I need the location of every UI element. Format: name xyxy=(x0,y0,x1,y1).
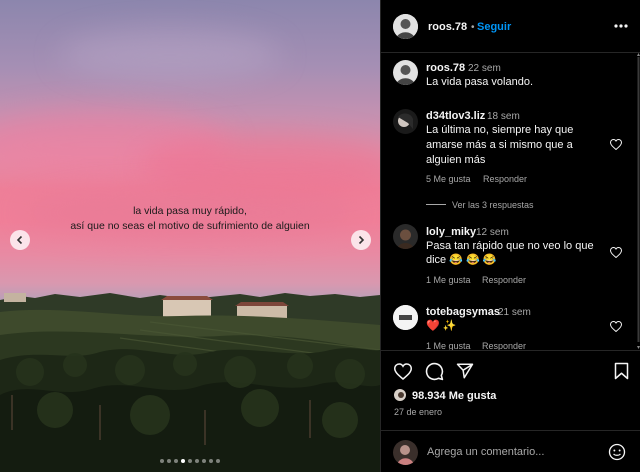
avatar xyxy=(393,440,418,465)
post-image[interactable]: la vida pasa muy rápido, así que no seas… xyxy=(0,0,380,472)
comment-time[interactable]: 18 sem xyxy=(487,111,520,122)
header-separator: • xyxy=(471,22,475,33)
more-options-icon[interactable] xyxy=(614,24,628,28)
carousel-dot xyxy=(160,459,164,463)
comment-text-line: alguien más xyxy=(426,154,486,166)
avatar-image xyxy=(393,60,418,85)
heart-icon[interactable] xyxy=(394,363,412,380)
comment-text-line: Pasa tan rápido que no veo lo que xyxy=(426,240,594,252)
avatar[interactable] xyxy=(393,224,418,249)
paper-plane-icon[interactable] xyxy=(456,362,474,380)
view-replies-button[interactable]: Ver las 3 respuestas xyxy=(452,200,534,210)
comment-text-line: amarse más a si mismo que a xyxy=(426,139,573,151)
chevron-left-icon xyxy=(16,235,23,245)
heart-icon[interactable] xyxy=(610,139,622,150)
carousel-dot xyxy=(188,459,192,463)
carousel-dot xyxy=(174,459,178,463)
caption-username[interactable]: roos.78 xyxy=(426,62,465,74)
carousel-dot xyxy=(202,459,206,463)
comment-username[interactable]: d34tlov3.liz xyxy=(426,110,485,122)
avatar-image xyxy=(393,109,418,134)
carousel-dot xyxy=(209,459,213,463)
comment-time[interactable]: 21 sem xyxy=(498,307,531,318)
liker-avatar[interactable] xyxy=(393,388,407,402)
comment-text-line: La última no, siempre hay que xyxy=(426,124,574,136)
avatar-image xyxy=(393,305,418,330)
chevron-right-icon xyxy=(358,235,365,245)
previous-image-button[interactable] xyxy=(10,230,30,250)
comment-form xyxy=(381,430,640,472)
comment-input[interactable] xyxy=(427,443,597,461)
avatar[interactable] xyxy=(393,305,418,330)
caption-text: La vida pasa volando. xyxy=(426,76,534,88)
landscape-illustration xyxy=(0,293,380,472)
likes-count[interactable]: 98.934 Me gusta xyxy=(412,390,496,402)
heart-icon[interactable] xyxy=(610,247,622,258)
next-image-button[interactable] xyxy=(351,230,371,250)
post-header: roos.78 • Seguir xyxy=(381,0,640,53)
avatar-image xyxy=(393,14,418,39)
carousel-dot xyxy=(216,459,220,463)
carousel-dot xyxy=(181,459,185,463)
photo-caption-line-1: la vida pasa muy rápido, xyxy=(133,205,247,217)
comment-time[interactable]: 12 sem xyxy=(476,227,509,238)
post-details-panel: roos.78 • Seguir roos.78 22 sem La vida … xyxy=(380,0,640,472)
comment-username[interactable]: loly_miky xyxy=(426,226,476,238)
caption-time[interactable]: 22 sem xyxy=(468,63,501,74)
photo-caption-line-2: así que no seas el motivo de sufrimiento… xyxy=(70,220,310,232)
avatar[interactable] xyxy=(393,60,418,85)
carousel-dot xyxy=(167,459,171,463)
comment-likes[interactable]: 5 Me gusta xyxy=(426,174,471,184)
comment-text-line: ❤️ ✨ xyxy=(426,320,457,332)
avatar-image xyxy=(394,389,406,401)
reply-button[interactable]: Responder xyxy=(483,174,527,184)
header-username[interactable]: roos.78 xyxy=(428,21,467,33)
avatar-image xyxy=(393,440,418,465)
divider-line xyxy=(426,204,446,205)
comment-icon[interactable] xyxy=(425,362,444,381)
avatar[interactable] xyxy=(393,14,418,39)
carousel-indicator xyxy=(0,459,380,463)
comment-text-line: dice 😂 😂 😂 xyxy=(426,254,497,266)
post-date[interactable]: 27 de enero xyxy=(394,407,442,417)
emoji-icon[interactable] xyxy=(608,443,626,461)
follow-button[interactable]: Seguir xyxy=(477,21,511,33)
comment-username[interactable]: totebagsymas xyxy=(426,306,500,318)
carousel-dot xyxy=(195,459,199,463)
avatar-image xyxy=(393,224,418,249)
bookmark-icon[interactable] xyxy=(614,362,629,380)
heart-icon[interactable] xyxy=(610,321,622,332)
reply-button[interactable]: Responder xyxy=(482,275,526,285)
comment-likes[interactable]: 1 Me gusta xyxy=(426,275,471,285)
avatar[interactable] xyxy=(393,109,418,134)
